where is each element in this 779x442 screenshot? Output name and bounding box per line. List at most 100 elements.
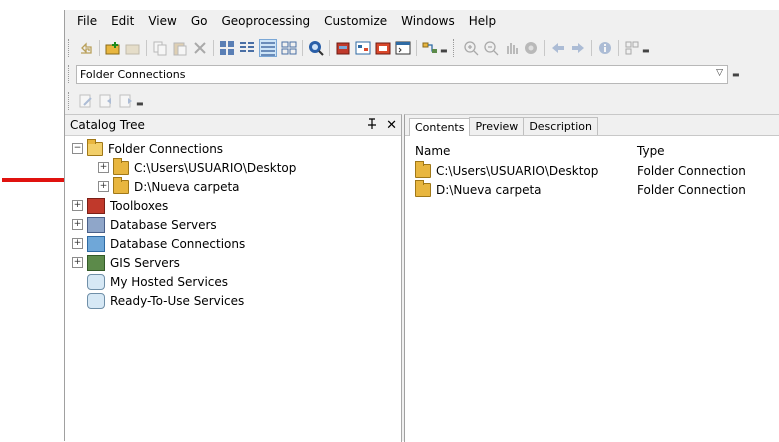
forward-icon[interactable]	[570, 40, 586, 56]
geoprocessing-results-icon[interactable]	[375, 40, 391, 56]
create-thumbnail-icon[interactable]	[624, 40, 640, 56]
list-item[interactable]: D:\Nueva carpeta Folder Connection	[405, 180, 779, 200]
tree-item-ready-to-use-services[interactable]: Ready-To-Use Services	[65, 291, 401, 310]
database-connection-icon	[87, 235, 105, 252]
close-icon[interactable]: ✕	[386, 118, 397, 133]
menu-geoprocessing[interactable]: Geoprocessing	[214, 10, 317, 32]
toolbar-separator	[618, 40, 619, 56]
tree-item-database-connections[interactable]: + Database Connections	[65, 234, 401, 253]
folder-icon	[113, 176, 129, 194]
tree-item-database-servers[interactable]: + Database Servers	[65, 215, 401, 234]
menu-customize[interactable]: Customize	[317, 10, 394, 32]
tree-item-toolboxes[interactable]: + Toolboxes	[65, 196, 401, 215]
menu-go[interactable]: Go	[184, 10, 215, 32]
tree-item-my-hosted-services[interactable]: My Hosted Services	[65, 272, 401, 291]
column-header-type[interactable]: Type	[637, 144, 665, 158]
tree-item-nueva-carpeta[interactable]: + D:\Nueva carpeta	[65, 176, 401, 196]
list-item[interactable]: C:\Users\USUARIO\Desktop Folder Connecti…	[405, 161, 779, 181]
toolbar-separator	[329, 40, 330, 56]
tab-contents[interactable]: Contents	[409, 118, 471, 136]
folder-icon	[113, 157, 129, 175]
toolbar-separator	[591, 40, 592, 56]
zoom-out-icon[interactable]	[483, 40, 499, 56]
tree-item-gis-servers[interactable]: + GIS Servers	[65, 253, 401, 272]
pin-icon[interactable]	[367, 117, 381, 132]
tree-item-folder-connections[interactable]: − Folder Connections	[65, 138, 401, 158]
search-icon[interactable]	[308, 40, 324, 56]
tree-item-label: C:\Users\USUARIO\Desktop	[134, 160, 297, 175]
menu-edit[interactable]: Edit	[104, 10, 141, 32]
up-one-level-icon[interactable]	[78, 40, 94, 56]
toolbar-overflow-dropdown[interactable]: ▬	[136, 99, 144, 109]
tree-item-label: D:\Nueva carpeta	[134, 179, 240, 194]
model-builder-icon[interactable]	[355, 40, 371, 56]
full-extent-icon[interactable]	[523, 40, 539, 56]
edit-metadata-icon[interactable]	[78, 93, 94, 109]
item-name: C:\Users\USUARIO\Desktop	[436, 164, 599, 178]
toolbar-grip[interactable]	[68, 65, 72, 83]
thumbnails-view-icon[interactable]	[281, 40, 297, 56]
toolbar-grip[interactable]	[453, 39, 457, 57]
large-icons-view-icon[interactable]	[219, 40, 235, 56]
expand-icon[interactable]: +	[72, 200, 83, 211]
python-window-icon[interactable]	[395, 40, 411, 56]
disconnect-folder-icon[interactable]	[125, 40, 141, 56]
menu-view[interactable]: View	[141, 10, 183, 32]
catalog-tree-title: Catalog Tree	[70, 118, 145, 132]
metadata-toolbar: ▬	[65, 90, 779, 112]
column-header-name[interactable]: Name	[415, 144, 450, 158]
zoom-in-icon[interactable]	[463, 40, 479, 56]
standard-toolbar: ▬ ▬	[65, 36, 779, 60]
tree-item-desktop-folder[interactable]: + C:\Users\USUARIO\Desktop	[65, 157, 401, 177]
menu-bar: File Edit View Go Geoprocessing Customiz…	[65, 10, 779, 32]
tree-item-label: Folder Connections	[108, 141, 224, 156]
identify-icon[interactable]	[597, 40, 613, 56]
delete-icon[interactable]	[192, 40, 208, 56]
toolbar-grip[interactable]	[68, 92, 72, 110]
back-icon[interactable]	[550, 40, 566, 56]
item-name: D:\Nueva carpeta	[436, 183, 542, 197]
expand-icon[interactable]: +	[98, 162, 109, 173]
column-headers: Name Type	[405, 140, 779, 162]
tree-item-label: Toolboxes	[110, 198, 169, 213]
expand-icon[interactable]: +	[72, 238, 83, 249]
catalog-tree-panel: Catalog Tree ✕ − Folder Connections + C:…	[65, 114, 402, 442]
tab-description[interactable]: Description	[523, 117, 598, 135]
menu-windows[interactable]: Windows	[394, 10, 462, 32]
details-view-icon[interactable]	[259, 39, 277, 57]
expand-icon[interactable]: +	[72, 219, 83, 230]
tab-preview[interactable]: Preview	[469, 117, 525, 135]
arccatalog-window: File Edit View Go Geoprocessing Customiz…	[64, 10, 779, 442]
import-metadata-icon[interactable]	[98, 93, 114, 109]
toolbar-grip[interactable]	[68, 39, 72, 57]
toolbar-separator	[544, 40, 545, 56]
toolbar-separator	[146, 40, 147, 56]
copy-icon[interactable]	[152, 40, 168, 56]
menu-help[interactable]: Help	[462, 10, 503, 32]
paste-icon[interactable]	[172, 40, 188, 56]
chevron-down-icon[interactable]: ▽	[716, 68, 723, 78]
export-metadata-icon[interactable]	[118, 93, 134, 109]
location-input[interactable]: Folder Connections ▽	[76, 64, 728, 84]
toolbar-overflow-dropdown[interactable]: ▬	[732, 70, 740, 79]
folder-icon	[415, 180, 431, 197]
collapse-icon[interactable]: −	[72, 143, 83, 154]
metadata-icon[interactable]	[422, 40, 438, 56]
toolbar-separator	[416, 40, 417, 56]
connect-folder-icon[interactable]	[105, 40, 121, 56]
expand-icon[interactable]: +	[98, 181, 109, 192]
expand-icon[interactable]: +	[72, 257, 83, 268]
gis-server-icon	[87, 254, 105, 271]
database-server-icon	[87, 216, 105, 233]
toolbar-overflow-dropdown[interactable]: ▬	[440, 46, 448, 56]
folder-icon	[415, 161, 431, 178]
menu-file[interactable]: File	[65, 10, 104, 32]
location-value: Folder Connections	[80, 67, 186, 81]
list-view-icon[interactable]	[239, 40, 255, 56]
arctoolbox-icon[interactable]	[335, 40, 351, 56]
hosted-services-icon	[87, 273, 105, 290]
toolbar-overflow-dropdown[interactable]: ▬	[642, 46, 650, 56]
tree-item-label: Database Connections	[110, 236, 246, 251]
pan-icon[interactable]	[503, 40, 519, 56]
content-tabs: Contents Preview Description	[405, 115, 779, 136]
